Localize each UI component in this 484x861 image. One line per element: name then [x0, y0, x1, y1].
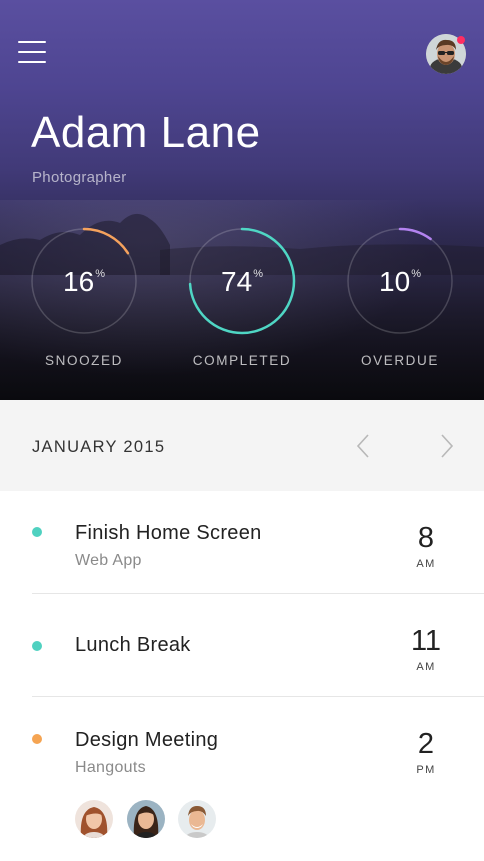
event-hour: 8 [417, 522, 435, 554]
event-ampm: AM [416, 661, 436, 673]
stat-label: SNOOZED [45, 353, 123, 368]
hamburger-line [18, 51, 46, 53]
attendee-avatar-icon [75, 800, 113, 838]
hamburger-menu-icon [18, 41, 46, 43]
profile-role: Photographer [32, 169, 127, 186]
attendee-avatar[interactable] [178, 800, 216, 838]
profile-name: Adam Lane [31, 108, 261, 157]
event-status-dot [32, 734, 42, 744]
hamburger-line [18, 61, 46, 63]
stat-label: OVERDUE [361, 353, 439, 368]
notification-dot [457, 36, 465, 44]
attendee-avatar[interactable] [127, 800, 165, 838]
attendee-avatar-icon [127, 800, 165, 838]
event-ampm: AM [416, 558, 436, 570]
list-item[interactable]: Design Meeting Hangouts 2 PM [0, 697, 484, 861]
list-item[interactable]: Lunch Break 11 AM [0, 594, 484, 697]
stat-snoozed[interactable]: 16% SNOOZED [29, 226, 139, 376]
chevron-right-icon [441, 434, 454, 458]
event-time: 11 AM [404, 624, 448, 673]
list-item[interactable]: Finish Home Screen Web App 8 AM [0, 491, 484, 594]
event-list: Finish Home Screen Web App 8 AM Lunch Br… [0, 491, 484, 861]
event-time: 2 PM [404, 727, 448, 776]
attendee-avatar-icon [178, 800, 216, 838]
prev-month-button[interactable] [354, 433, 374, 459]
chevron-left-icon [356, 434, 369, 458]
calendar-month-bar: JANUARY 2015 [0, 400, 484, 491]
event-title: Lunch Break [75, 634, 191, 656]
stat-label: COMPLETED [192, 353, 292, 368]
profile-header: Adam Lane Photographer 16% SNOOZED 74% C… [0, 0, 484, 400]
event-ampm: PM [416, 764, 436, 776]
event-status-dot [32, 527, 42, 537]
menu-button[interactable] [18, 41, 46, 65]
event-title: Finish Home Screen [75, 522, 262, 544]
event-time: 8 AM [404, 521, 448, 570]
event-subtitle: Hangouts [75, 759, 146, 776]
stat-value: 74% [221, 266, 263, 297]
event-hour: 11 [410, 625, 442, 657]
event-hour: 2 [417, 728, 435, 760]
next-month-button[interactable] [436, 433, 456, 459]
stat-overdue[interactable]: 10% OVERDUE [345, 226, 455, 376]
stat-value: 10% [379, 266, 421, 297]
event-title: Design Meeting [75, 729, 219, 751]
event-status-dot [32, 641, 42, 651]
attendee-avatar[interactable] [75, 800, 113, 838]
stat-value: 16% [63, 266, 105, 297]
stat-completed[interactable]: 74% COMPLETED [187, 226, 297, 376]
event-subtitle: Web App [75, 552, 142, 569]
profile-avatar-button[interactable] [426, 34, 466, 74]
month-title: JANUARY 2015 [32, 438, 166, 456]
